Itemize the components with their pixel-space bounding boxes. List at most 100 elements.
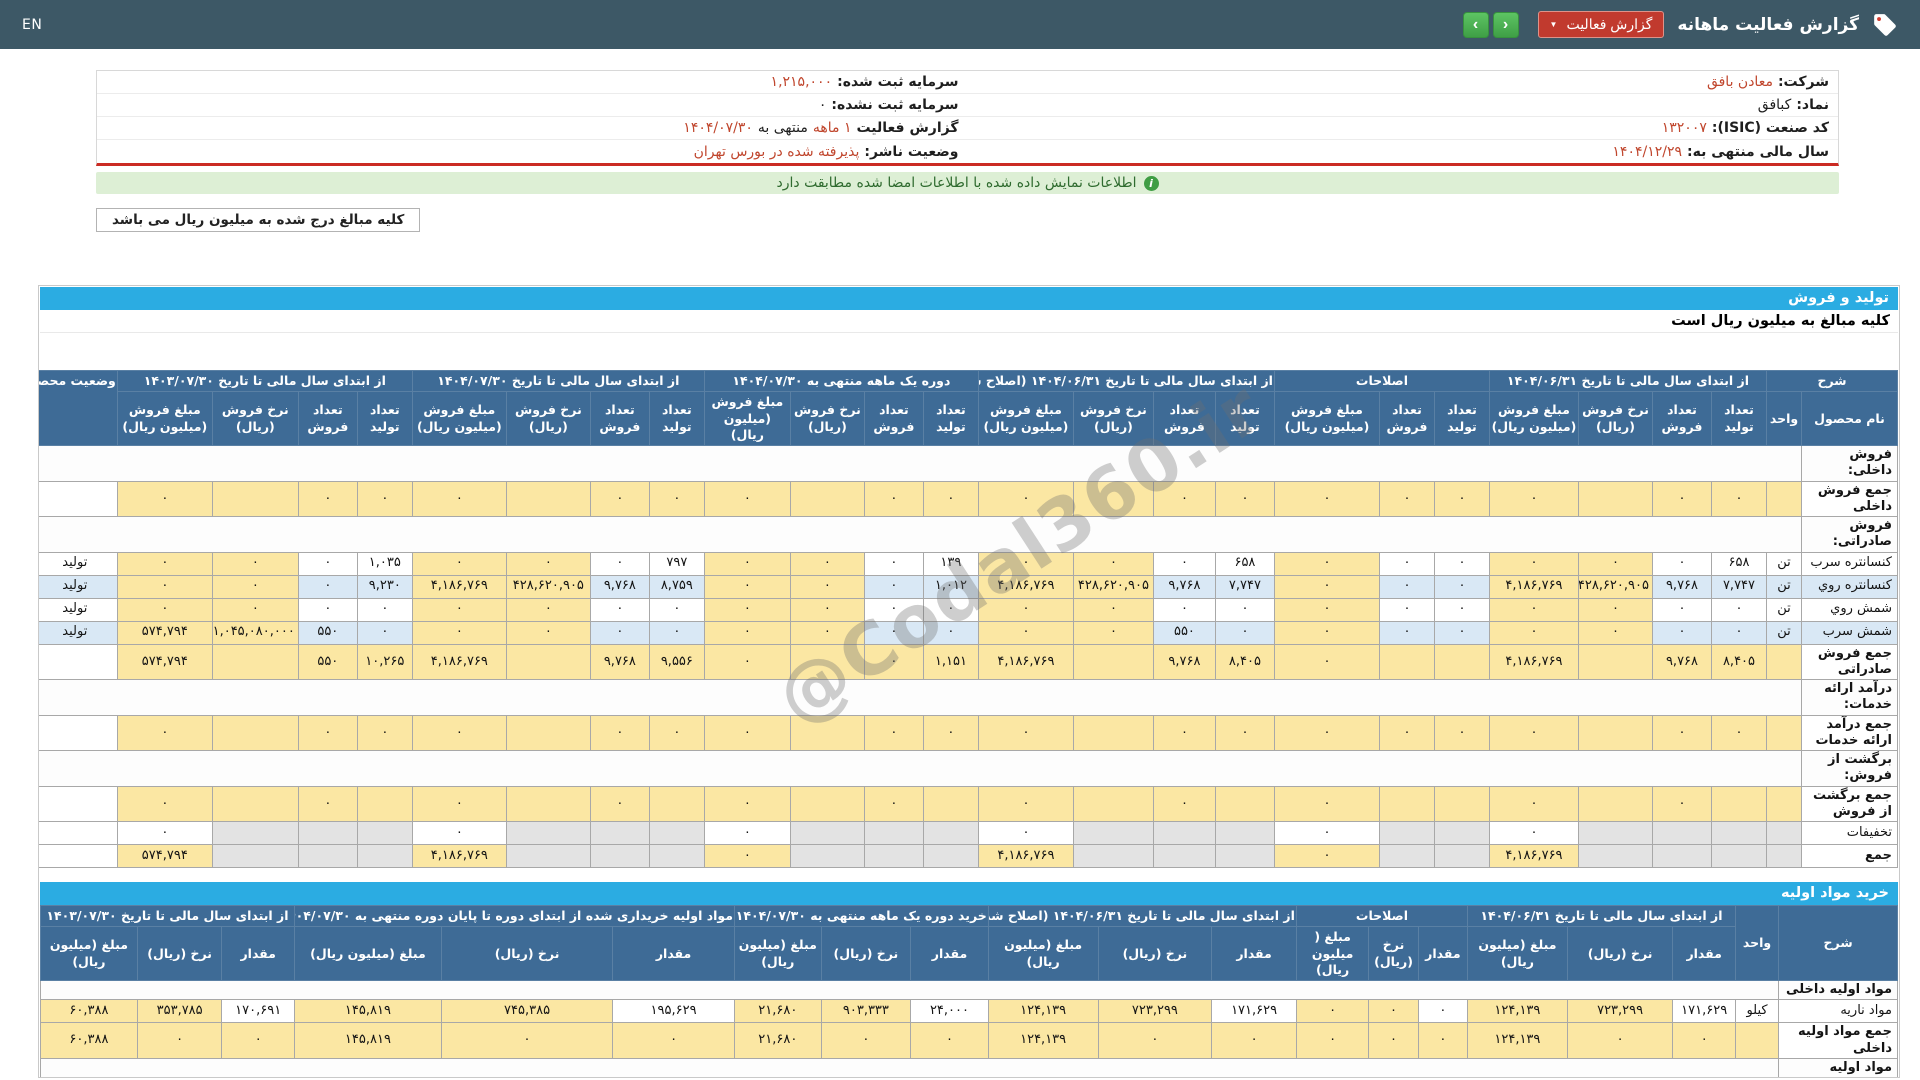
value-cell: ۴,۱۸۶,۷۶۹	[411, 574, 507, 599]
group-header: مواد اولیه خریداری شده از ابتدای دوره تا…	[293, 904, 735, 928]
value-cell: ۱,۰۳۵	[356, 551, 413, 576]
raw-materials-table: شرح واحد از ابتدای سال مالی تا تاریخ ۱۴۰۴/…	[39, 904, 1898, 1077]
info-value: ۱۴۰۴/۰۷/۳۰	[683, 120, 753, 136]
value-cell: ۱۹۵,۶۲۹	[612, 999, 735, 1024]
value-cell: ۴,۱۸۶,۷۶۹	[977, 844, 1074, 868]
value-cell: ۰	[612, 1022, 735, 1059]
row-label: شمش روي	[1801, 597, 1898, 622]
column-header: تعداد تولید	[1214, 391, 1275, 446]
value-cell: ۰	[648, 714, 705, 751]
value-cell: ۰	[221, 1022, 295, 1059]
value-cell: ۰	[411, 480, 507, 517]
table-row: تخفیفات ۰ ۰ ۰ ۰ ۰ ۰	[39, 821, 1898, 845]
value-cell: ۵۷۴,۷۹۴	[116, 643, 213, 680]
column-header: مبلغ فروش (میلیون ریال)	[116, 391, 213, 446]
column-header: مقدار	[612, 926, 735, 981]
value-cell	[922, 821, 979, 845]
value-cell: ۰	[136, 1022, 223, 1059]
value-cell	[1577, 844, 1653, 868]
value-cell: ۰	[1488, 620, 1579, 645]
value-cell: ۴,۱۸۶,۷۶۹	[977, 574, 1074, 599]
value-cell: ۰	[703, 844, 791, 868]
info-value: ۱ ماهه	[812, 120, 852, 136]
value-cell	[1577, 714, 1653, 751]
value-cell: ۱۲۴,۱۳۹	[987, 999, 1099, 1024]
row-label: شمش سرب	[1801, 620, 1898, 645]
value-cell: ۰	[648, 620, 705, 645]
column-header: نرخ (ریال)	[1566, 926, 1674, 981]
value-cell: ۰	[1273, 480, 1380, 517]
info-label: کد صنعت (ISIC):	[1711, 120, 1829, 136]
value-cell: ۰	[977, 821, 1074, 845]
value-cell: ۴,۱۸۶,۷۶۹	[1488, 574, 1579, 599]
header-status: وضعیت محصول- واحد	[39, 370, 118, 446]
column-header: نرخ فروش (ریال)	[211, 391, 299, 446]
table-cell	[39, 679, 1803, 716]
group-header: از ابتدای سال مالی تا تاریخ ۱۴۰۳/۰۷/۳۰	[116, 369, 413, 393]
value-cell: ۹,۷۶۸	[1152, 574, 1216, 599]
value-cell: ۰	[1378, 620, 1435, 645]
value-cell: ۰	[297, 785, 358, 822]
prev-report-button[interactable]: ›	[1462, 11, 1489, 38]
report-type-select[interactable]: گزارش فعالیت ▼	[1537, 11, 1665, 38]
value-cell	[1433, 821, 1490, 845]
value-cell: ۱,۰۴۵,۰۸۰,۰۰۰	[211, 620, 299, 645]
info-value: ۱۳۲۰۰۷	[1661, 120, 1707, 136]
amounts-note: کلیه مبالغ درج شده به میلیون ریال می باش…	[96, 208, 421, 232]
value-cell: ۰	[440, 1022, 614, 1059]
value-cell: ۰	[356, 714, 413, 751]
info-label: وضعیت ناشر:	[864, 143, 959, 160]
value-cell: ۰	[703, 551, 791, 576]
value-cell: ۰	[1152, 785, 1216, 822]
value-cell: ۰	[1488, 551, 1579, 576]
info-value: ۱۴۰۴/۱۲/۲۹	[1612, 143, 1682, 160]
value-cell: ۰	[1295, 1022, 1370, 1059]
column-header: مقدار	[1211, 926, 1297, 981]
value-cell: ۰	[789, 597, 865, 622]
value-cell: ۰	[211, 551, 299, 576]
value-cell: ۰	[1273, 714, 1380, 751]
next-report-button[interactable]: ‹	[1492, 11, 1519, 38]
value-cell: ۹,۵۵۶	[648, 643, 705, 680]
info-row: نماد: کبافق	[967, 94, 1838, 117]
value-cell: ۰	[1651, 480, 1712, 517]
value-cell	[648, 821, 705, 845]
value-cell: ۷,۷۴۷	[1710, 574, 1767, 599]
value-cell	[922, 844, 979, 868]
notice-text: اطلاعات نمایش داده شده با اطلاعات امضا ش…	[776, 175, 1137, 191]
value-cell: ۰	[411, 551, 507, 576]
language-switch[interactable]: EN	[22, 17, 42, 33]
unit-cell	[1765, 480, 1803, 517]
value-cell	[1433, 785, 1490, 822]
value-cell	[1577, 643, 1653, 680]
value-cell: ۴,۱۸۶,۷۶۹	[411, 844, 507, 868]
value-cell: ۳۵۳,۷۸۵	[136, 999, 223, 1024]
value-cell: ۰	[1566, 1022, 1674, 1059]
value-cell: ۰	[977, 785, 1074, 822]
value-cell: ۰	[1214, 714, 1275, 751]
column-header: مقدار	[910, 926, 989, 981]
table-cell	[39, 750, 1803, 787]
column-header: تعداد فروش	[589, 391, 650, 446]
value-cell: ۰	[863, 551, 924, 576]
info-value: پذیرفته شده در بورس تهران	[693, 143, 860, 160]
value-cell: ۰	[1368, 1022, 1419, 1059]
column-header: تعداد تولید	[648, 391, 705, 446]
value-cell	[1710, 844, 1767, 868]
value-cell: ۰	[116, 480, 213, 517]
value-cell: ۷۴۵,۳۸۵	[440, 999, 614, 1024]
value-cell	[1433, 844, 1490, 868]
info-row: گزارش فعالیت ۱ ماهه منتهی به ۱۴۰۴/۰۷/۳۰	[97, 117, 968, 140]
value-cell	[211, 643, 299, 680]
group-header: از ابتدای سال مالی تا تاریخ ۱۴۰۴/۰۷/۳۰	[411, 369, 705, 393]
column-header: مبلغ (میلیون ریال)	[733, 926, 822, 981]
value-cell: ۰	[863, 620, 924, 645]
company-link[interactable]: معادن بافق	[1707, 74, 1773, 90]
unit-cell: کیلو	[1734, 999, 1780, 1024]
value-cell: ۰	[1710, 480, 1767, 517]
value-cell: ۰	[1152, 551, 1216, 576]
value-cell	[922, 785, 979, 822]
row-label: جمع مواد اولیه داخلی	[1778, 1022, 1898, 1059]
bookmark-icon[interactable]	[1872, 12, 1898, 38]
column-header: مبلغ (میلیون ریال)	[1467, 926, 1568, 981]
